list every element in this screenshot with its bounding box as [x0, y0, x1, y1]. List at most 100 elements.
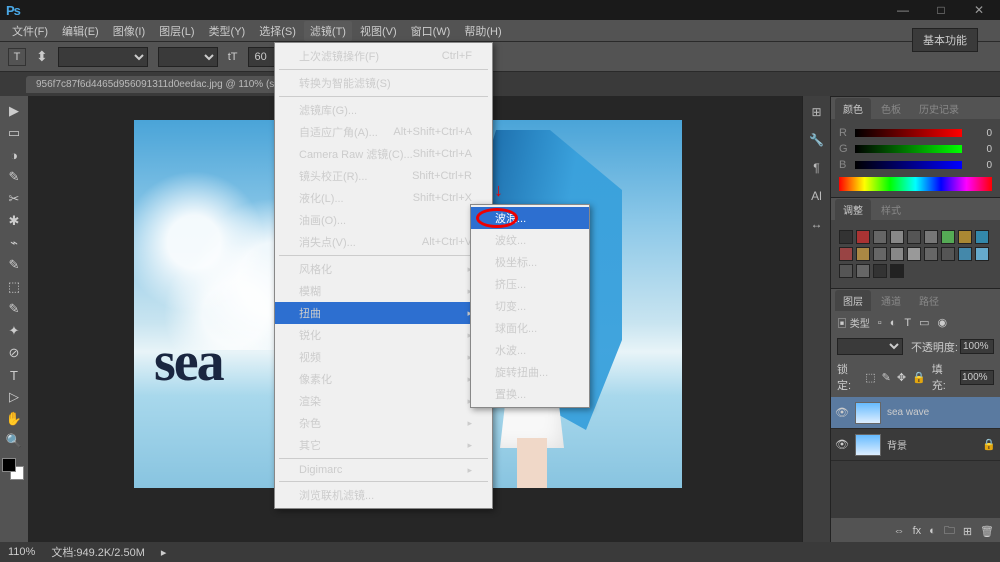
menu-item[interactable]: 杂色▸ [275, 412, 492, 434]
menu-item[interactable]: 视频▸ [275, 346, 492, 368]
hue-bar[interactable] [839, 177, 992, 191]
submenu-item[interactable]: 切变... [471, 295, 589, 317]
swatch[interactable] [890, 264, 904, 278]
r-value[interactable]: 0 [968, 128, 992, 139]
close-button[interactable]: ✕ [964, 3, 994, 17]
orientation-icon[interactable]: ⬍ [36, 48, 48, 65]
swatch[interactable] [839, 247, 853, 261]
tab-paths[interactable]: 路径 [911, 290, 947, 311]
font-weight-select[interactable]: Medium [158, 47, 218, 67]
tab-styles[interactable]: 样式 [873, 199, 909, 220]
dock-icon-1[interactable]: ⊞ [807, 102, 827, 122]
menu-item[interactable]: 像素化▸ [275, 368, 492, 390]
type-tool[interactable]: T [2, 364, 26, 386]
menu-layer[interactable]: 图层(L) [153, 21, 200, 41]
b-value[interactable]: 0 [968, 160, 992, 171]
swatch[interactable] [873, 230, 887, 244]
menu-type[interactable]: 类型(Y) [203, 21, 252, 41]
marquee-tool[interactable]: ▭ [2, 122, 26, 144]
doc-info[interactable]: 文档:949.2K/2.50M [51, 544, 145, 560]
menu-item[interactable]: 液化(L)...Shift+Ctrl+X [275, 187, 492, 209]
menu-item[interactable]: 扭曲▸ [275, 302, 492, 324]
menu-item[interactable]: 消失点(V)...Alt+Ctrl+V [275, 231, 492, 253]
swatch[interactable] [924, 247, 938, 261]
new-group-icon[interactable]: 🗀 [944, 522, 955, 541]
menu-item[interactable]: 镜头校正(R)...Shift+Ctrl+R [275, 165, 492, 187]
swatch[interactable] [873, 264, 887, 278]
layer-thumbnail[interactable] [855, 402, 881, 424]
layer-fx-icon[interactable]: fx [913, 525, 922, 537]
menu-item[interactable]: 上次滤镜操作(F)Ctrl+F [275, 45, 492, 67]
r-slider[interactable] [855, 129, 962, 137]
menu-item[interactable]: 滤镜库(G)... [275, 99, 492, 121]
heal-tool[interactable]: ⌁ [2, 232, 26, 254]
submenu-item[interactable]: 置换... [471, 383, 589, 405]
pencil-tool[interactable]: ✎ [2, 298, 26, 320]
lock-move-icon[interactable]: ✥ [897, 371, 906, 384]
tab-history[interactable]: 历史记录 [911, 98, 967, 119]
workspace-switcher[interactable]: 基本功能 [912, 28, 978, 52]
b-slider[interactable] [855, 161, 962, 169]
zoom-tool[interactable]: 🔍 [2, 430, 26, 452]
document-tab[interactable]: 956f7c87f6d4465d956091311d0eedac.jpg @ 1… [26, 76, 313, 93]
swatch[interactable] [924, 230, 938, 244]
font-family-select[interactable]: Hobo Std [58, 47, 148, 67]
swatch[interactable] [907, 230, 921, 244]
swatch[interactable] [907, 247, 921, 261]
g-slider[interactable] [855, 145, 962, 153]
filter-icon[interactable]: ◐ [890, 317, 897, 329]
link-layers-icon[interactable]: ⇔ [894, 525, 905, 537]
filter-icon[interactable]: ▫ [878, 317, 882, 329]
lock-paint-icon[interactable]: ✎ [882, 371, 891, 384]
swatch[interactable] [839, 264, 853, 278]
swatch[interactable] [890, 230, 904, 244]
menu-item[interactable]: 转换为智能滤镜(S) [275, 72, 492, 94]
filter-icon[interactable]: T [904, 317, 911, 329]
visibility-icon[interactable]: 👁 [835, 438, 849, 451]
menu-item[interactable]: 油画(O)... [275, 209, 492, 231]
color-swatches[interactable] [2, 458, 24, 480]
new-layer-icon[interactable]: ⊞ [963, 525, 972, 538]
lock-pixels-icon[interactable]: ⬚ [865, 371, 875, 384]
dock-icon-2[interactable]: 🔧 [807, 130, 827, 150]
hand-tool[interactable]: ✋ [2, 408, 26, 430]
menu-item[interactable]: 风格化▸ [275, 258, 492, 280]
stamp-tool[interactable]: ⬚ [2, 276, 26, 298]
menu-help[interactable]: 帮助(H) [458, 21, 507, 41]
filter-icon[interactable]: ▭ [919, 316, 929, 329]
menu-item[interactable]: 锐化▸ [275, 324, 492, 346]
layer-row[interactable]: 👁 sea wave [831, 397, 1000, 429]
submenu-item[interactable]: 旋转扭曲... [471, 361, 589, 383]
menu-select[interactable]: 选择(S) [253, 21, 302, 41]
g-value[interactable]: 0 [968, 144, 992, 155]
menu-filter[interactable]: 滤镜(T) [304, 21, 352, 41]
wand-tool[interactable]: ✎ [2, 166, 26, 188]
eyedropper-tool[interactable]: ✱ [2, 210, 26, 232]
pen-tool[interactable]: ▷ [2, 386, 26, 408]
swatch[interactable] [958, 247, 972, 261]
menu-item[interactable]: 渲染▸ [275, 390, 492, 412]
lasso-tool[interactable]: ◑ [2, 144, 26, 166]
move-tool[interactable]: ▶ [2, 100, 26, 122]
filter-icon[interactable]: ◉ [937, 316, 947, 329]
menu-item[interactable]: Digimarc▸ [275, 461, 492, 479]
tab-adjust[interactable]: 调整 [835, 199, 871, 220]
dock-icon-5[interactable]: ↔ [807, 214, 827, 234]
lock-all-icon[interactable]: 🔒 [912, 371, 926, 384]
layer-name[interactable]: 背景 [887, 437, 907, 452]
visibility-icon[interactable]: 👁 [835, 406, 849, 419]
swatch[interactable] [941, 230, 955, 244]
swatch[interactable] [856, 230, 870, 244]
menu-image[interactable]: 图像(I) [107, 21, 151, 41]
swatch[interactable] [839, 230, 853, 244]
menu-item[interactable]: 自适应广角(A)...Alt+Shift+Ctrl+A [275, 121, 492, 143]
dock-icon-4[interactable]: Al [807, 186, 827, 206]
opacity-input[interactable] [960, 339, 994, 354]
layer-name[interactable]: sea wave [887, 407, 929, 418]
swatch[interactable] [856, 264, 870, 278]
menu-edit[interactable]: 编辑(E) [56, 21, 105, 41]
menu-item[interactable]: Camera Raw 滤镜(C)...Shift+Ctrl+A [275, 143, 492, 165]
submenu-item[interactable]: 极坐标... [471, 251, 589, 273]
tab-color[interactable]: 颜色 [835, 98, 871, 119]
menu-item[interactable]: 模糊▸ [275, 280, 492, 302]
